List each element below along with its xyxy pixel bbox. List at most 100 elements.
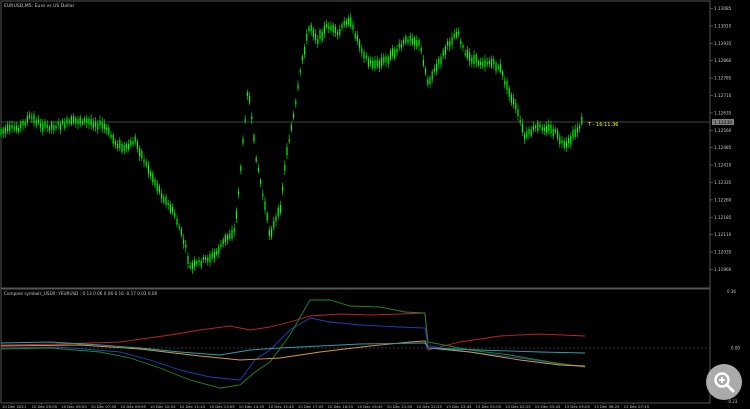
candle-body [29,114,31,118]
candle-body [4,127,6,134]
candle-body [328,26,330,29]
candle-body [88,118,90,125]
price-axis-label: 1.12335 [714,180,732,185]
time-axis-label: 10 Dec 22:25 [416,404,442,409]
candle-body [372,60,374,69]
candle-body [2,128,4,134]
time-axis-label: 10 Dec 11:45 [180,404,206,409]
candle-body [354,33,356,39]
candle-body [246,92,248,97]
candle-body [95,121,97,127]
candle-body [493,59,495,65]
candle-body [297,84,299,89]
time-axis-label: 10 Dec 14:25 [239,404,265,409]
candle-body [26,115,28,123]
candle-body [7,124,9,132]
candle-body [539,124,541,128]
candle-body [323,25,325,34]
candle-body [308,27,310,32]
candle-body [125,144,127,149]
candle-body [576,127,578,133]
candle-body [455,31,457,38]
candle-body [442,50,444,56]
candle-body [235,210,237,219]
candle-body [543,127,545,131]
candle-body [561,140,563,144]
candle-body [143,159,145,163]
candle-body [31,116,33,119]
candle-body [447,41,449,46]
main-chart-frame [0,0,711,289]
candle-body [378,60,380,68]
candle-body [337,32,339,36]
candle-body [24,121,26,126]
candle-body [92,122,94,128]
time-axis-label: 10 Dec 2021 [2,404,27,409]
candle-body [517,109,519,117]
candle-body [557,130,559,139]
candle-body [165,196,167,205]
price-axis-label: 1.12635 [714,110,732,115]
candle-body [147,165,149,174]
candle-body [396,48,398,53]
candle-body [387,56,389,64]
candle-body [385,56,387,62]
candle-body [293,113,295,119]
candle-body [90,118,92,126]
candle-body [207,257,209,263]
candle-body [581,117,583,125]
price-axis-label: 1.13085 [714,6,732,11]
candle-body [570,135,572,145]
candle-body [504,80,506,85]
candle-body [326,24,328,27]
candle-body [37,119,39,124]
candle-body [18,128,20,132]
candle-body [420,48,422,52]
candle-body [33,114,35,124]
time-axis-label: 10 Dec 06:25 [61,404,87,409]
time-axis-label: 10 Dec 15:45 [268,404,294,409]
candle-body [574,129,576,137]
candle-body [275,216,277,222]
candle-body [161,193,163,199]
chart-window[interactable]: EURUSD,M5: Euro vs US Dollar T - 16:11:3… [0,0,750,409]
candle-body [257,167,259,172]
candle-body [238,191,240,195]
candle-body [86,118,88,124]
time-axis-label: 13 Dec 07:45 [624,404,650,409]
indicator-top-label: 0.36 [727,289,736,294]
candle-body [546,125,548,133]
candle-body [70,116,72,125]
candle-body [194,260,196,267]
candle-body [449,41,451,47]
candle-body [363,51,365,59]
candle-body [453,33,455,38]
price-axis-label: 1.12560 [714,128,732,133]
candle-body [156,183,158,192]
indicator-title: Compare symbols_USDX: YEURUSD : 0.13 0.0… [4,291,158,296]
candle-body [392,48,394,56]
time-axis-label: 10 Dec 10:25 [150,404,176,409]
candle-body [528,128,530,135]
candle-body [541,127,543,131]
candle-body [134,136,136,143]
candle-body [233,228,235,233]
candle-body [213,251,215,259]
price-axis-label: 1.12410 [714,163,732,168]
candle-body [119,140,121,149]
candle-body [121,143,123,153]
candle-body [242,138,244,144]
candle-body [282,186,284,191]
candle-body [224,235,226,243]
candle-body [510,94,512,104]
candle-body [163,197,165,203]
candle-body [158,186,160,193]
candle-body [559,136,561,145]
candle-body [521,123,523,132]
candle-body [515,103,517,110]
zoom-button[interactable] [706,364,742,400]
candle-body [44,121,46,128]
candle-body [464,53,466,56]
candle-body [304,46,306,55]
candle-body [110,134,112,138]
